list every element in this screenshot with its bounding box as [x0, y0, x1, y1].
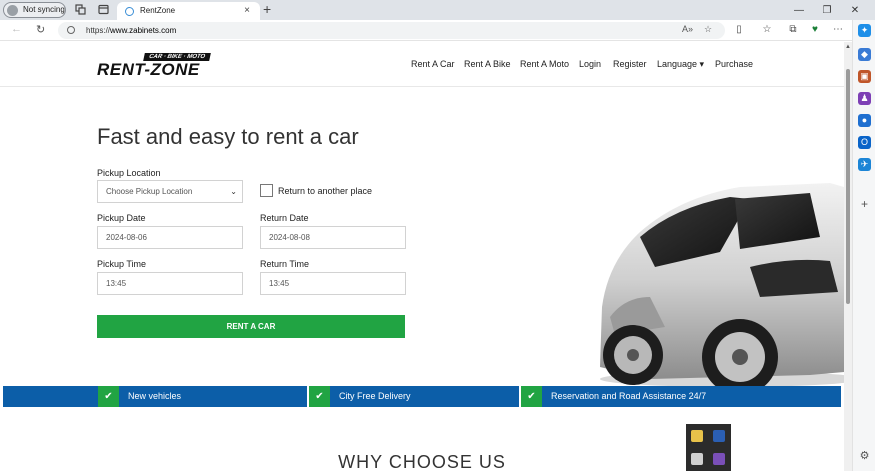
hero-title: Fast and easy to rent a car — [97, 124, 359, 149]
address-toolbar: ← ↻ https://www.zabinets.com A» ☆ ▯ ☆ ⧉ … — [0, 20, 875, 41]
refresh-icon[interactable]: ↻ — [36, 23, 45, 36]
avatar-icon — [7, 5, 18, 16]
browser-essentials-icon[interactable]: ♥ — [809, 24, 821, 36]
settings-gear-icon[interactable]: ⚙ — [858, 450, 871, 463]
profile-label: Not syncing — [23, 5, 65, 14]
url-text: https://www.zabinets.com — [86, 22, 176, 39]
back-icon[interactable]: ← — [11, 23, 22, 35]
nav-rent-a-moto[interactable]: Rent A Moto — [520, 59, 569, 69]
check-icon: ✔ — [309, 386, 330, 407]
return-other-place-label: Return to another place — [278, 186, 373, 196]
tab-close-icon[interactable]: × — [244, 2, 250, 20]
maximize-button[interactable]: ❐ — [813, 1, 841, 21]
close-window-button[interactable]: ✕ — [841, 1, 869, 21]
copilot-icon[interactable]: ✦ — [858, 24, 871, 37]
pickup-date-input[interactable]: 2024-08-06 — [97, 226, 243, 249]
site-header: CAR · BIKE · MOTO RENT-ZONE Rent A Car R… — [0, 42, 844, 87]
page-viewport: CAR · BIKE · MOTO RENT-ZONE Rent A Car R… — [0, 42, 844, 471]
pickup-location-value: Choose Pickup Location — [106, 187, 193, 196]
favorite-star-icon[interactable]: ☆ — [704, 24, 712, 35]
tray-app-icon[interactable] — [713, 453, 725, 465]
nav-language-dropdown[interactable]: Language ▾ — [657, 59, 704, 70]
site-favicon-icon — [125, 7, 134, 16]
features-strip: ✔ New vehicles ✔ City Free Delivery ✔ Re… — [3, 386, 841, 407]
return-other-place-checkbox[interactable] — [260, 184, 273, 197]
pickup-time-label: Pickup Time — [97, 259, 147, 269]
rent-a-car-button[interactable]: RENT A CAR — [97, 315, 405, 338]
tools-icon[interactable]: ▣ — [858, 70, 871, 83]
nav-register[interactable]: Register — [613, 59, 647, 69]
car-hero-image — [600, 183, 844, 387]
pickup-date-label: Pickup Date — [97, 213, 146, 223]
chevron-down-icon: ⌄ — [230, 187, 237, 196]
workspaces-icon[interactable] — [75, 4, 86, 15]
nav-purchase[interactable]: Purchase — [715, 59, 753, 69]
feature-road-assistance: ✔ Reservation and Road Assistance 24/7 — [521, 386, 841, 407]
return-time-input[interactable]: 13:45 — [260, 272, 406, 295]
profile-button[interactable]: Not syncing — [3, 2, 66, 18]
tab-title: RentZone — [140, 6, 176, 15]
lock-icon — [67, 26, 75, 34]
feature-new-vehicles: ✔ New vehicles — [98, 386, 308, 407]
split-screen-icon[interactable]: ▯ — [733, 24, 745, 36]
nav-rent-a-bike[interactable]: Rent A Bike — [464, 59, 511, 69]
collections-icon[interactable]: ⧉ — [787, 24, 799, 36]
feature-city-free-delivery: ✔ City Free Delivery — [309, 386, 519, 407]
games-icon[interactable]: ♟ — [858, 92, 871, 105]
logo-wordmark: RENT-ZONE — [97, 60, 200, 79]
tab-actions-icon[interactable] — [98, 4, 109, 15]
new-tab-button[interactable]: + — [263, 1, 271, 17]
tray-app-icon[interactable] — [691, 430, 703, 442]
return-time-label: Return Time — [260, 259, 310, 269]
return-date-input[interactable]: 2024-08-08 — [260, 226, 406, 249]
minimize-button[interactable]: — — [785, 1, 813, 21]
feature-label: New vehicles — [128, 391, 182, 401]
pickup-location-select[interactable]: Choose Pickup Location ⌄ — [97, 180, 243, 203]
return-date-label: Return Date — [260, 213, 309, 223]
pickup-time-input[interactable]: 13:45 — [97, 272, 243, 295]
feature-label: Reservation and Road Assistance 24/7 — [551, 391, 707, 401]
nav-login[interactable]: Login — [579, 59, 601, 69]
drop-icon[interactable]: ✈ — [858, 158, 871, 171]
system-tray-popup — [686, 424, 731, 471]
add-sidebar-app-icon[interactable]: + — [858, 198, 871, 211]
check-icon: ✔ — [521, 386, 542, 407]
nav-rent-a-car[interactable]: Rent A Car — [411, 59, 455, 69]
scroll-up-icon[interactable]: ▲ — [845, 44, 851, 50]
window-controls: — ❐ ✕ — [785, 0, 869, 20]
check-icon: ✔ — [98, 386, 119, 407]
favorites-icon[interactable]: ☆ — [761, 24, 773, 36]
page-scrollbar[interactable]: ▲ — [844, 42, 852, 471]
tab-strip: Not syncing RentZone × + — ❐ ✕ — [0, 0, 875, 20]
word-icon[interactable] — [713, 430, 725, 442]
pickup-location-label: Pickup Location — [97, 168, 161, 178]
read-aloud-icon[interactable]: A» — [682, 24, 693, 34]
feature-label: City Free Delivery — [339, 391, 411, 401]
scrollbar-thumb[interactable] — [846, 69, 850, 304]
more-menu-icon[interactable]: ⋯ — [832, 24, 844, 36]
site-logo[interactable]: CAR · BIKE · MOTO RENT-ZONE — [97, 51, 213, 79]
url-scheme: https:// — [86, 26, 111, 35]
edge-sidebar: ✦ ◆ ▣ ♟ ● O ✈ + ⚙ — [852, 20, 875, 471]
address-bar[interactable]: https://www.zabinets.com A» ☆ — [58, 22, 725, 39]
url-host: www.zabinets.com — [110, 26, 177, 35]
outlook-icon[interactable]: O — [858, 136, 871, 149]
microsoft365-icon[interactable]: ● — [858, 114, 871, 127]
browser-window: Not syncing RentZone × + — ❐ ✕ ← ↻ https:/… — [0, 0, 875, 471]
shopping-icon[interactable]: ◆ — [858, 48, 871, 61]
tab-rentzone[interactable]: RentZone × — [117, 2, 260, 20]
tray-app-icon[interactable] — [691, 453, 703, 465]
